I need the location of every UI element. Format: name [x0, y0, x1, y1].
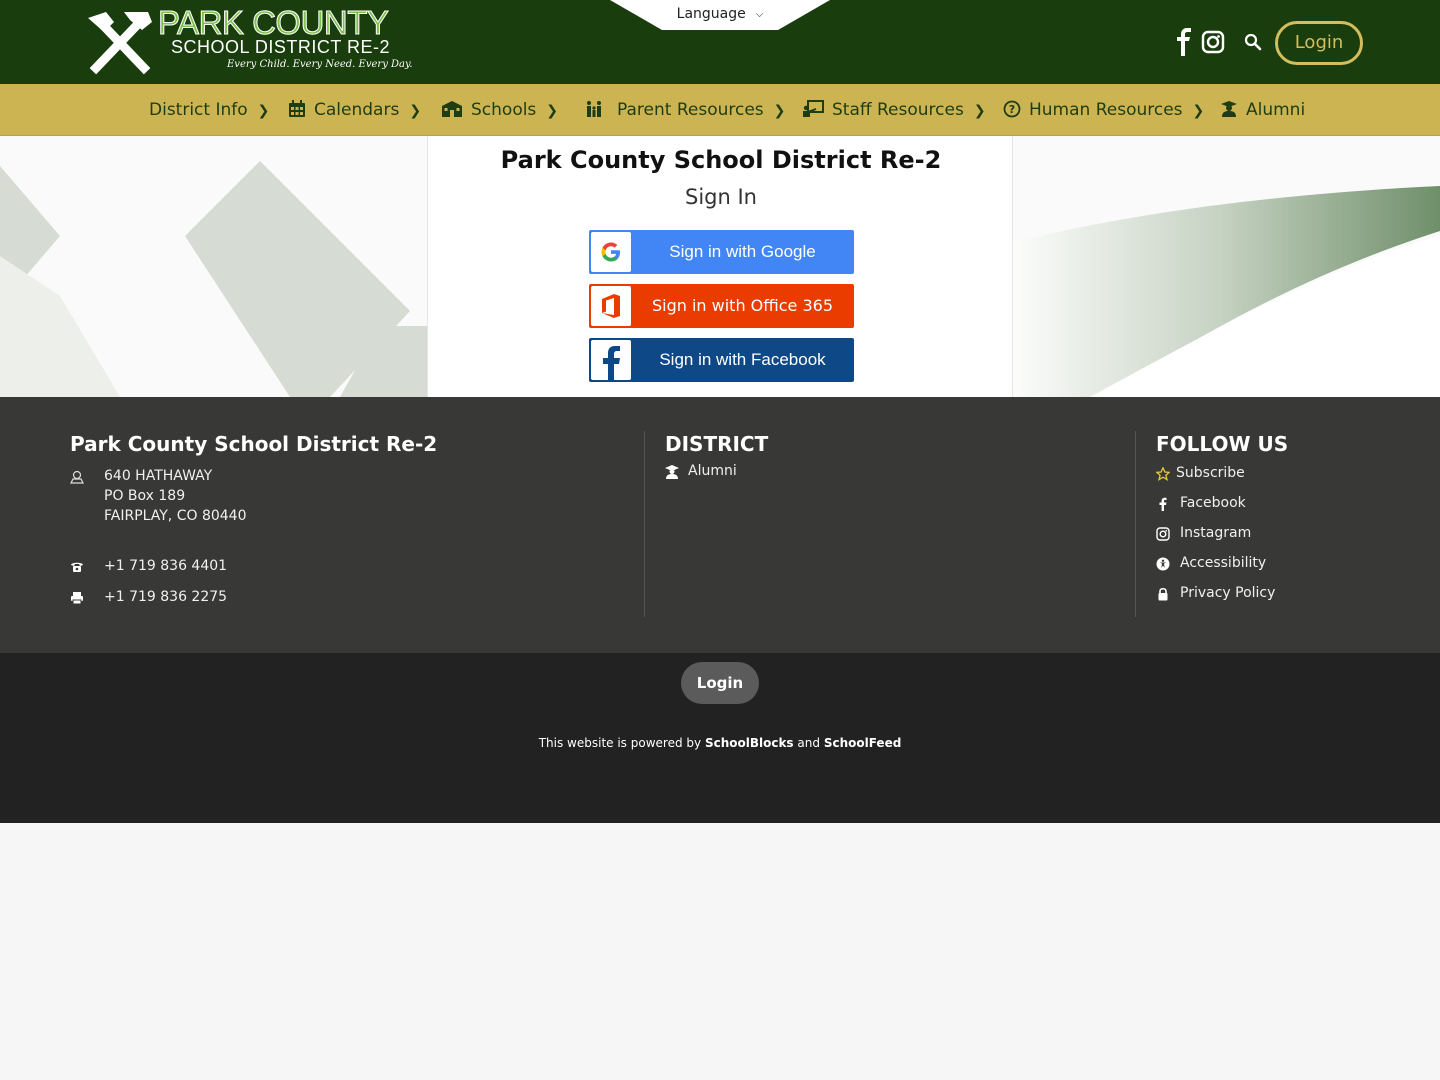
- logo-subtitle: SCHOOL DISTRICT RE-2: [171, 37, 391, 57]
- chevron-right-icon: ❯: [546, 103, 559, 119]
- lock-icon: [1158, 587, 1168, 601]
- powered-by-text: This website is powered by SchoolBlocks …: [0, 736, 1440, 750]
- address-line-2: PO Box 189: [104, 488, 186, 504]
- teacher-icon: [803, 100, 824, 117]
- signin-card: Park County School District Re-2 Sign In…: [427, 136, 1013, 397]
- footer-link-accessibility[interactable]: Accessibility: [1180, 555, 1266, 571]
- schoolblocks-link[interactable]: SchoolBlocks: [705, 736, 794, 750]
- svg-text:?: ?: [1009, 103, 1015, 116]
- office-icon: [591, 286, 631, 326]
- signin-subtitle: Sign In: [685, 185, 757, 209]
- question-circle-icon: ?: [1003, 100, 1021, 118]
- chevron-right-icon: ❯: [773, 103, 786, 119]
- google-signin-button[interactable]: Sign in with Google: [589, 230, 854, 274]
- nav-item-calendars[interactable]: Calendars ❯: [288, 84, 421, 136]
- footer-district-heading: DISTRICT: [665, 432, 769, 456]
- footer-link-instagram[interactable]: Instagram: [1180, 525, 1251, 541]
- nav-item-label: Parent Resources: [617, 100, 764, 120]
- footer-divider: [1135, 431, 1136, 617]
- chevron-right-icon: ❯: [973, 103, 986, 119]
- nav-item-staff-resources[interactable]: Staff Resources ❯: [802, 84, 986, 136]
- school-icon: [442, 101, 462, 117]
- graduate-icon: [1221, 101, 1237, 117]
- chevron-right-icon: ❯: [409, 103, 422, 119]
- facebook-icon[interactable]: [1172, 28, 1196, 56]
- google-signin-label: Sign in with Google: [669, 242, 816, 261]
- phone-icon: [71, 562, 83, 572]
- footer-link-privacy-policy[interactable]: Privacy Policy: [1180, 585, 1275, 601]
- instagram-icon[interactable]: [1201, 28, 1225, 56]
- main-nav: District Info ❯ Calendars ❯ Schools ❯ Paren…: [0, 84, 1440, 136]
- address-line-3: FAIRPLAY, CO 80440: [104, 508, 247, 524]
- footer-district-name: Park County School District Re-2: [70, 432, 438, 456]
- nav-item-label: Human Resources: [1029, 100, 1183, 120]
- nav-item-parent-resources[interactable]: Parent Resources ❯: [585, 84, 785, 136]
- phone-link[interactable]: +1 719 836 4401: [104, 558, 227, 574]
- map-pin-icon: [70, 470, 84, 484]
- district-logo[interactable]: PARK COUNTY SCHOOL DISTRICT RE-2 Every C…: [82, 4, 413, 78]
- fax-printer-icon: [71, 592, 83, 605]
- language-selector[interactable]: Language ⌵: [610, 0, 830, 30]
- nav-item-label: Staff Resources: [832, 100, 964, 120]
- footer-link-facebook[interactable]: Facebook: [1180, 495, 1246, 511]
- nav-item-schools[interactable]: Schools ❯: [441, 84, 558, 136]
- footer-link-subscribe[interactable]: Subscribe: [1176, 465, 1245, 481]
- office365-signin-label: Sign in with Office 365: [651, 296, 833, 315]
- facebook-icon: [591, 340, 631, 380]
- calendar-icon: [289, 100, 305, 117]
- footer-link-alumni[interactable]: Alumni: [688, 463, 737, 479]
- signin-title: Park County School District Re-2: [500, 146, 942, 174]
- crossed-hammers-icon: [88, 12, 152, 75]
- instagram-icon: [1156, 527, 1170, 541]
- nav-item-label: Schools: [471, 100, 537, 120]
- facebook-signin-label: Sign in with Facebook: [659, 350, 826, 369]
- footer-divider: [644, 431, 645, 617]
- footer-login-button[interactable]: Login: [681, 662, 759, 704]
- chevron-down-icon: ⌵: [755, 9, 764, 20]
- bottom-bar: Login This website is powered by SchoolB…: [0, 653, 1440, 823]
- nav-item-alumni[interactable]: Alumni: [1220, 84, 1305, 136]
- star-icon: [1156, 467, 1170, 481]
- accessibility-icon: [1156, 557, 1170, 571]
- nav-item-district-info[interactable]: District Info ❯: [149, 84, 269, 136]
- nav-item-label: Calendars: [314, 100, 400, 120]
- powered-prefix: This website is powered by: [538, 736, 702, 750]
- nav-item-label: Alumni: [1246, 100, 1306, 120]
- facebook-signin-button[interactable]: Sign in with Facebook: [589, 338, 854, 382]
- search-icon[interactable]: [1244, 28, 1262, 56]
- facebook-icon: [1159, 497, 1167, 511]
- office365-signin-button[interactable]: Sign in with Office 365: [589, 284, 854, 328]
- language-label: Language: [676, 6, 746, 22]
- address-line-1: 640 HATHAWAY: [104, 468, 213, 484]
- family-icon: [587, 101, 601, 117]
- site-header: PARK COUNTY SCHOOL DISTRICT RE-2 Every C…: [0, 0, 1440, 84]
- schoolfeed-link[interactable]: SchoolFeed: [824, 736, 901, 750]
- header-login-button[interactable]: Login: [1275, 21, 1363, 65]
- nav-item-human-resources[interactable]: ? Human Resources ❯: [1003, 84, 1204, 136]
- chevron-right-icon: ❯: [257, 103, 270, 119]
- footer-follow-heading: FOLLOW US: [1156, 432, 1289, 456]
- fax-number: +1 719 836 2275: [104, 589, 228, 605]
- nav-item-label: District Info: [149, 100, 248, 120]
- graduate-icon: [665, 465, 679, 479]
- google-icon: [591, 232, 631, 272]
- site-footer: Park County School District Re-2 640 HAT…: [0, 397, 1440, 653]
- logo-tagline: Every Child. Every Need. Every Day.: [227, 59, 413, 70]
- chevron-right-icon: ❯: [1192, 103, 1205, 119]
- powered-and: and: [797, 736, 820, 750]
